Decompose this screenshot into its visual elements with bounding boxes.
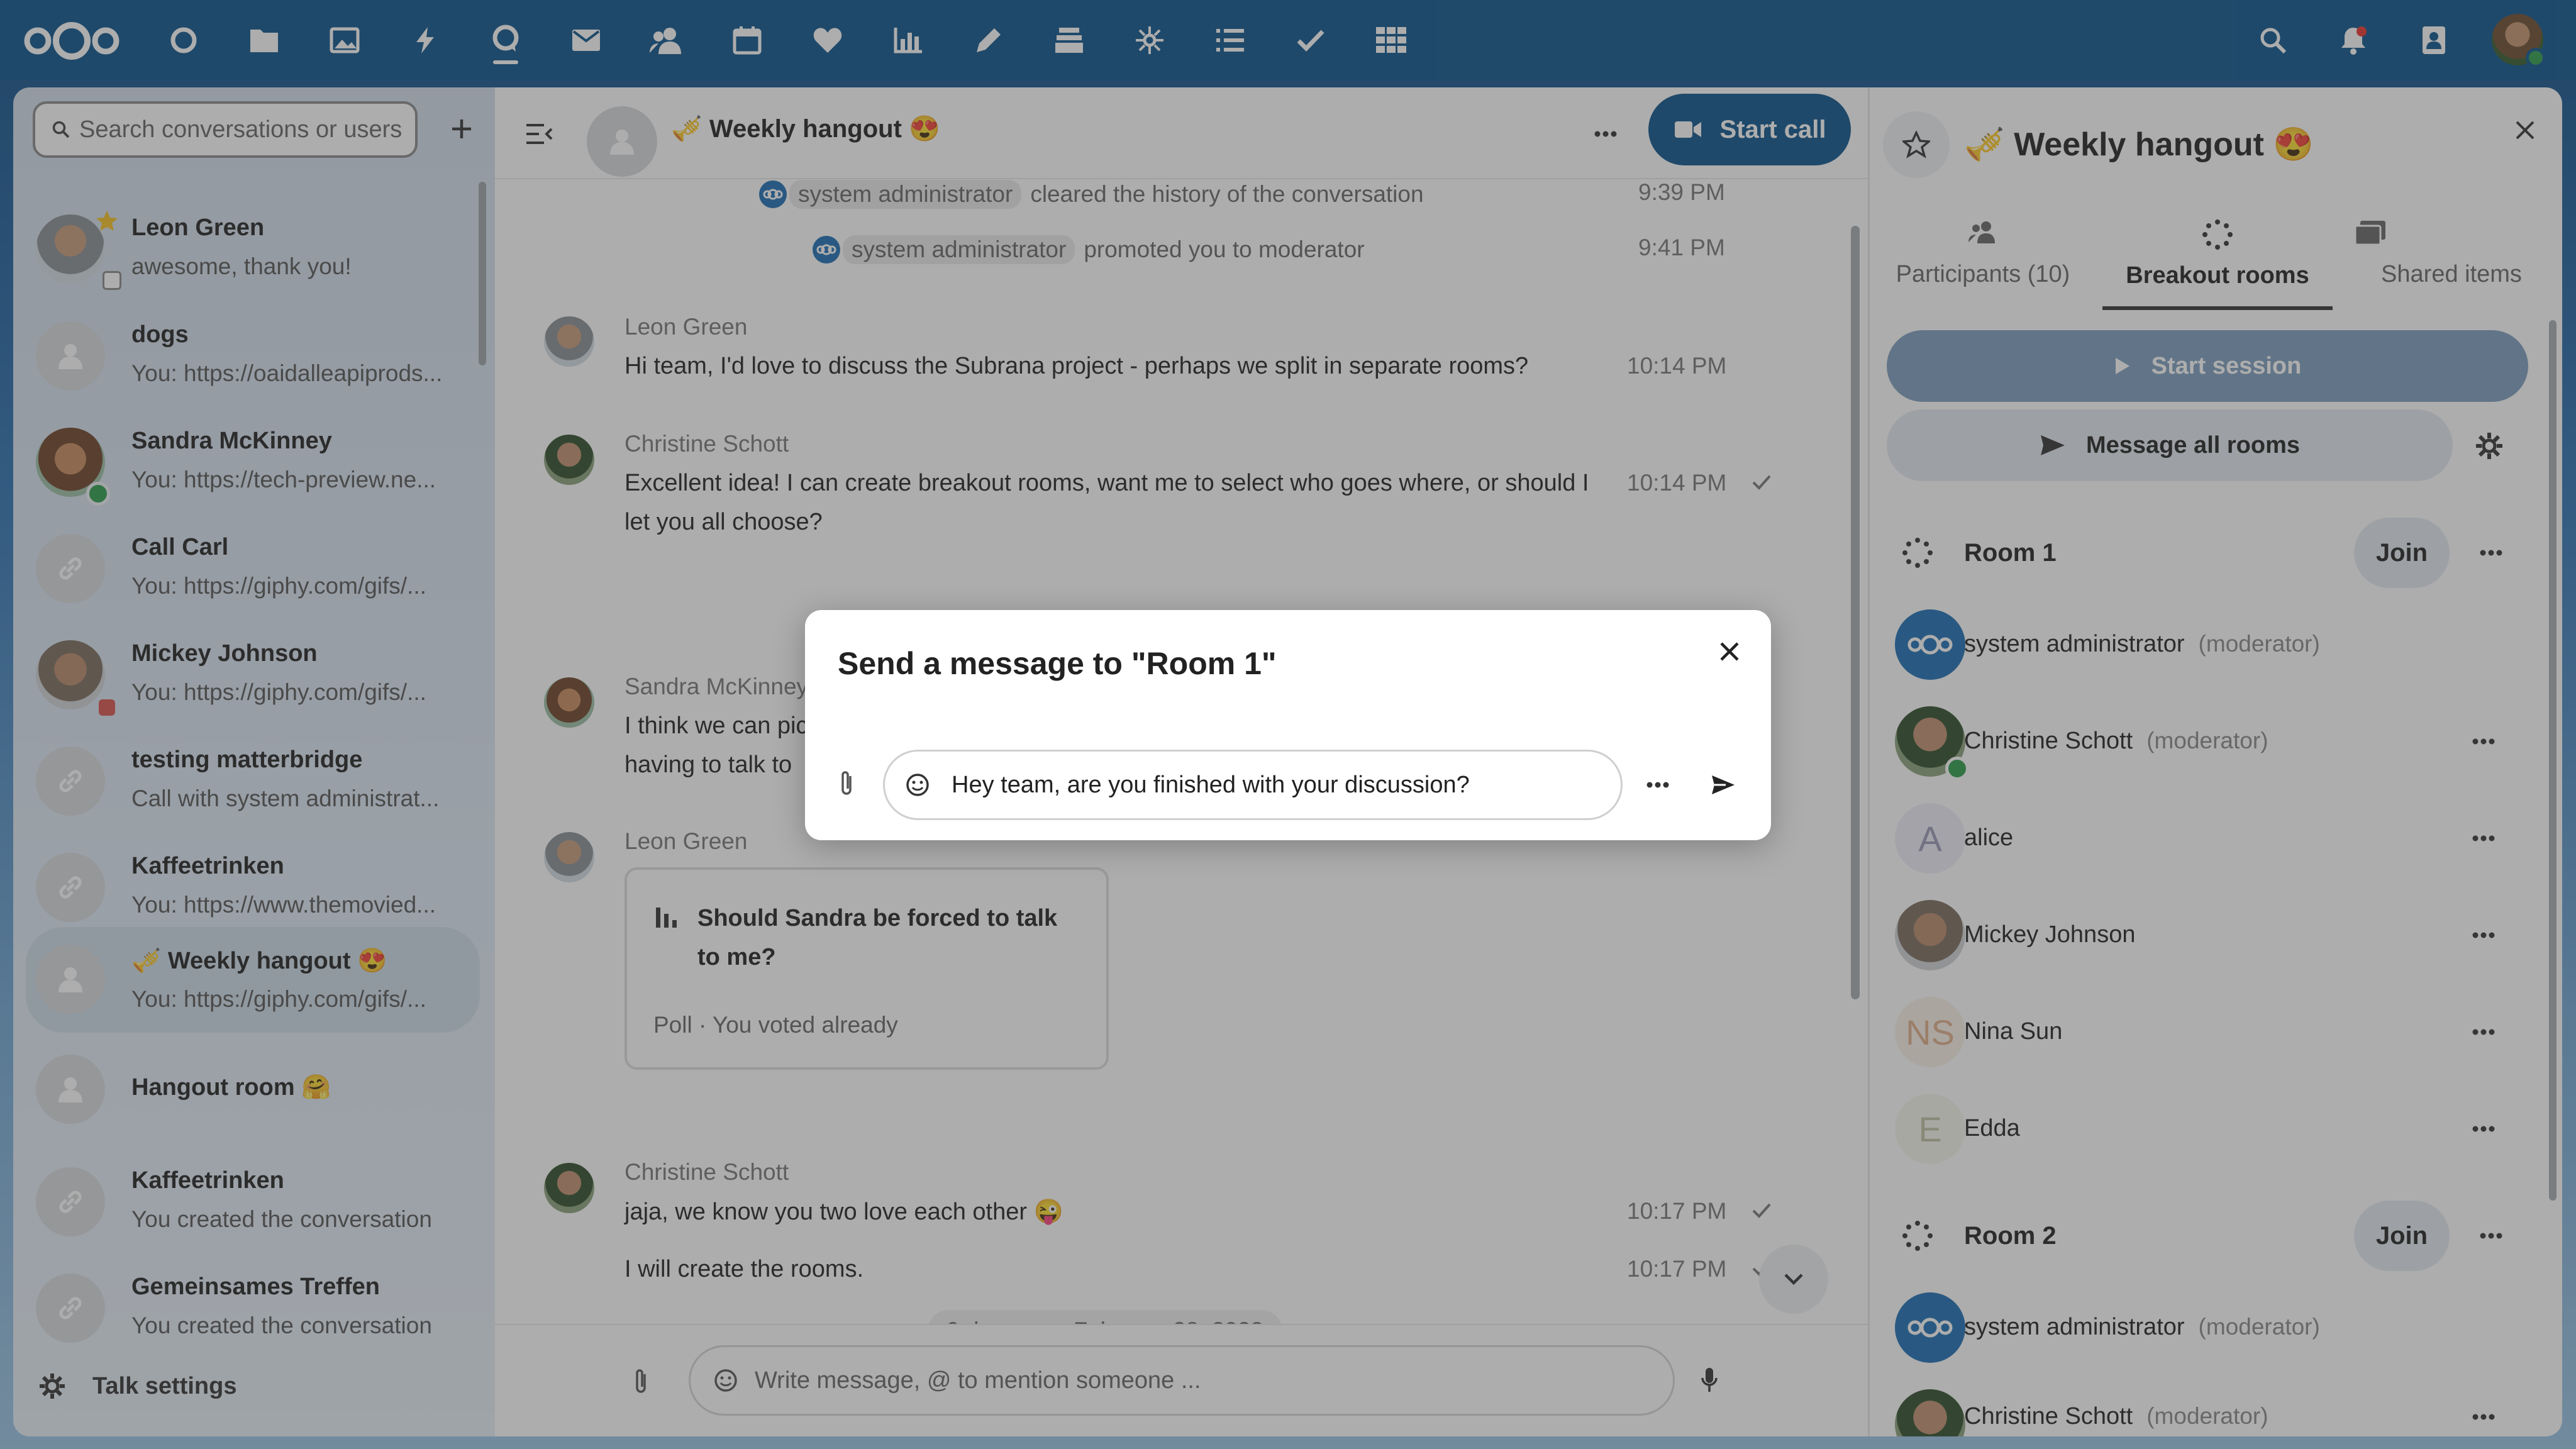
send-message-button[interactable]	[1704, 766, 1742, 804]
send-icon	[1712, 775, 1735, 794]
dialog-message-input[interactable]: Hey team, are you finished with your dis…	[883, 750, 1623, 820]
attachment-icon[interactable]	[838, 770, 857, 797]
send-message-dialog: Send a message to "Room 1" Hey team, are…	[805, 610, 1771, 840]
dialog-title: Send a message to "Room 1"	[838, 646, 1277, 681]
dialog-message-text: Hey team, are you finished with your dis…	[952, 771, 1470, 798]
dialog-more-options-icon[interactable]	[1639, 766, 1677, 804]
close-dialog-icon[interactable]	[1711, 633, 1748, 670]
emoji-icon[interactable]	[905, 772, 930, 797]
